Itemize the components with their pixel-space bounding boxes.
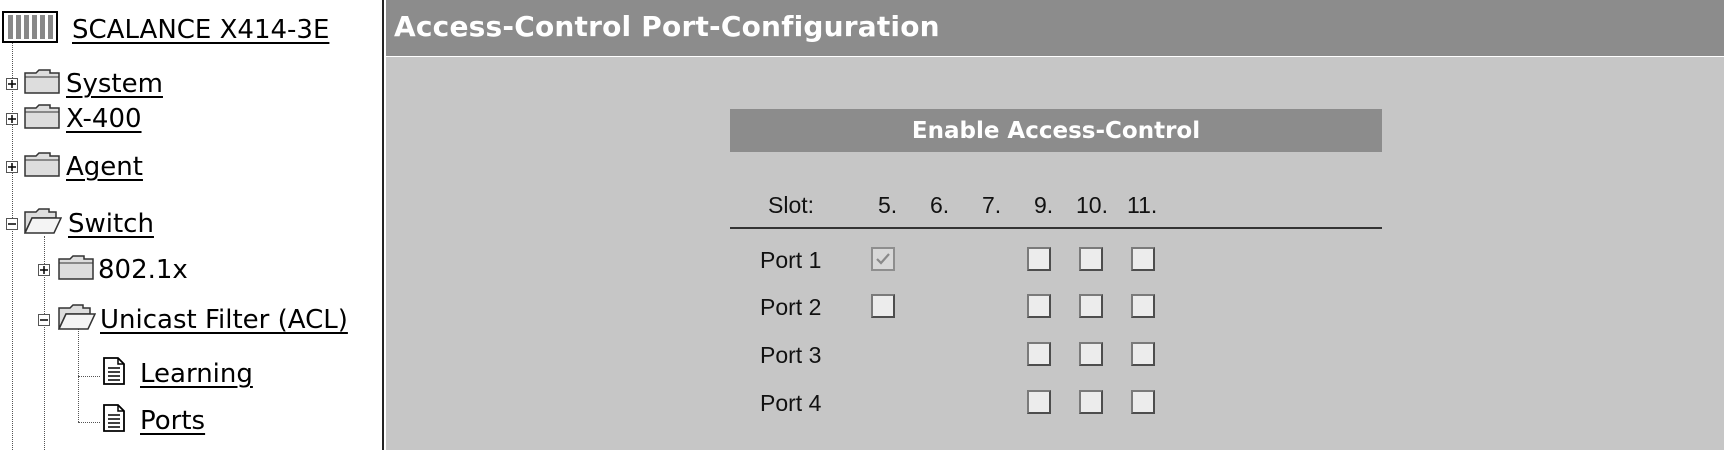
tree-item-label[interactable]: X-400 bbox=[66, 104, 142, 134]
port-1-slot-5-checkbox[interactable] bbox=[871, 247, 895, 271]
port-3-slot-11-checkbox[interactable] bbox=[1131, 342, 1155, 366]
title-bar: Access-Control Port-Configuration bbox=[386, 0, 1724, 57]
folder-closed-icon bbox=[24, 103, 60, 136]
tree-item-label[interactable]: Unicast Filter (ACL) bbox=[100, 305, 348, 335]
tree-item-switch[interactable]: Switch bbox=[23, 204, 154, 244]
folder-open-icon bbox=[23, 207, 63, 241]
document-icon bbox=[102, 356, 126, 392]
tree-item-ports[interactable]: Ports bbox=[102, 401, 205, 441]
content-area: Access-Control Port-Configuration Enable… bbox=[386, 0, 1724, 450]
port-3-label: Port 3 bbox=[760, 342, 822, 368]
expand-system-button[interactable] bbox=[6, 78, 18, 90]
slot-header-9: 9. bbox=[1034, 192, 1054, 218]
switch-device-icon bbox=[2, 10, 58, 50]
tree-guide-line bbox=[78, 328, 79, 422]
device-link[interactable]: SCALANCE X414-3E bbox=[72, 15, 329, 45]
tree-item-label[interactable]: 802.1x bbox=[98, 255, 188, 285]
tree-guide-line bbox=[78, 376, 100, 377]
tree-item-label[interactable]: Learning bbox=[140, 359, 253, 389]
slot-header-10: 10. bbox=[1076, 192, 1108, 218]
tree-item-label[interactable]: Switch bbox=[68, 209, 154, 239]
folder-closed-icon bbox=[24, 151, 60, 184]
tree-guide-line bbox=[12, 38, 13, 450]
port-2-slot-11-checkbox[interactable] bbox=[1131, 294, 1155, 318]
tree-item-agent[interactable]: Agent bbox=[24, 147, 143, 187]
navigation-tree: SCALANCE X414-3E System X-400 Agent Swit… bbox=[0, 0, 384, 450]
document-icon bbox=[102, 403, 126, 439]
slot-header-5: 5. bbox=[878, 192, 898, 218]
port-4-slot-10-checkbox[interactable] bbox=[1079, 390, 1103, 414]
tree-item-label[interactable]: Ports bbox=[140, 406, 205, 436]
expand-x400-button[interactable] bbox=[6, 113, 18, 125]
folder-closed-icon bbox=[24, 68, 60, 101]
tree-item-label[interactable]: System bbox=[66, 69, 163, 99]
port-2-slot-5-checkbox[interactable] bbox=[871, 294, 895, 318]
tree-item-unicast-filter[interactable]: Unicast Filter (ACL) bbox=[57, 300, 348, 340]
collapse-switch-button[interactable] bbox=[6, 218, 18, 230]
header-separator bbox=[730, 227, 1382, 229]
port-1-slot-9-checkbox[interactable] bbox=[1027, 247, 1051, 271]
port-2-slot-10-checkbox[interactable] bbox=[1079, 294, 1103, 318]
port-3-slot-10-checkbox[interactable] bbox=[1079, 342, 1103, 366]
slot-label: Slot: bbox=[768, 192, 815, 218]
tree-item-system[interactable]: System bbox=[24, 64, 163, 104]
tree-item-8021x[interactable]: 802.1x bbox=[58, 250, 188, 290]
page-title: Access-Control Port-Configuration bbox=[394, 10, 940, 43]
port-1-slot-11-checkbox[interactable] bbox=[1131, 247, 1155, 271]
folder-closed-icon bbox=[58, 254, 94, 287]
slot-header-11: 11. bbox=[1127, 192, 1158, 218]
access-control-panel: Enable Access-Control bbox=[730, 109, 1382, 152]
tree-item-x400[interactable]: X-400 bbox=[24, 99, 142, 139]
port-4-slot-11-checkbox[interactable] bbox=[1131, 390, 1155, 414]
tree-item-label[interactable]: Agent bbox=[66, 152, 143, 182]
slot-header-6: 6. bbox=[930, 192, 950, 218]
slot-header-7: 7. bbox=[982, 192, 1002, 218]
port-3-slot-9-checkbox[interactable] bbox=[1027, 342, 1051, 366]
checkmark-icon bbox=[876, 253, 890, 265]
port-2-label: Port 2 bbox=[760, 294, 822, 320]
port-4-slot-9-checkbox[interactable] bbox=[1027, 390, 1051, 414]
folder-open-icon bbox=[57, 303, 97, 337]
port-1-label: Port 1 bbox=[760, 247, 822, 273]
panel-header: Enable Access-Control bbox=[730, 109, 1382, 152]
collapse-unicast-filter-button[interactable] bbox=[38, 314, 50, 326]
expand-8021x-button[interactable] bbox=[38, 264, 50, 276]
tree-root-device[interactable]: SCALANCE X414-3E bbox=[2, 10, 329, 50]
port-1-slot-10-checkbox[interactable] bbox=[1079, 247, 1103, 271]
port-4-label: Port 4 bbox=[760, 390, 822, 416]
tree-item-learning[interactable]: Learning bbox=[102, 354, 253, 394]
tree-guide-line bbox=[78, 422, 100, 423]
expand-agent-button[interactable] bbox=[6, 161, 18, 173]
port-2-slot-9-checkbox[interactable] bbox=[1027, 294, 1051, 318]
